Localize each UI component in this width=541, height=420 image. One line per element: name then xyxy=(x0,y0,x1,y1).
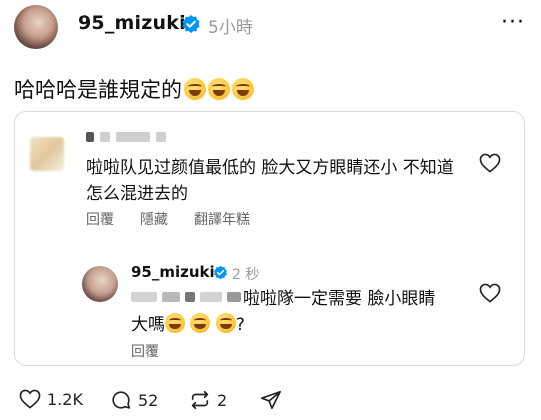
like-button[interactable]: 1.2K xyxy=(19,389,83,409)
rofl-emoji-icon xyxy=(208,78,230,100)
reply-author-avatar[interactable] xyxy=(82,266,118,302)
comment-icon xyxy=(110,389,132,411)
author-username[interactable]: 95_mizuki xyxy=(78,12,186,34)
verified-badge-icon xyxy=(213,265,228,280)
quoted-comment-text: 啦啦队见过颜值最低的 脸大又方眼睛还小 不知道怎么混进去的 xyxy=(86,158,454,204)
heart-icon[interactable] xyxy=(479,153,501,173)
share-icon xyxy=(260,389,282,411)
reply-username[interactable]: 95_mizuki xyxy=(131,263,215,281)
repost-button[interactable]: 2 xyxy=(189,389,227,411)
hide-link[interactable]: 隱藏 xyxy=(140,209,168,229)
heart-icon xyxy=(19,389,41,409)
reply-link[interactable]: 回覆 xyxy=(131,341,159,361)
reply-link[interactable]: 回覆 xyxy=(86,209,114,229)
reply-line-2-end: ? xyxy=(235,315,245,335)
reply-line-1: 啦啦隊一定需要 臉小眼睛 xyxy=(243,289,436,309)
like-count: 1.2K xyxy=(47,389,83,409)
reply-time: 2 秒 xyxy=(232,267,260,283)
rofl-emoji-icon xyxy=(184,78,206,100)
comment-count: 52 xyxy=(138,390,159,410)
grinning-squint-emoji-icon xyxy=(165,313,185,333)
blurred-avatar xyxy=(30,137,64,171)
grinning-squint-emoji-icon xyxy=(190,313,211,333)
reply-line-2: 大嗎 xyxy=(131,315,165,335)
more-options-button[interactable]: ··· xyxy=(501,10,525,35)
rofl-emoji-icon xyxy=(232,78,254,100)
reply-text: 啦啦隊一定需要 臉小眼睛 大嗎 ? xyxy=(131,286,451,338)
heart-icon[interactable] xyxy=(479,283,501,303)
share-button[interactable] xyxy=(260,389,282,411)
comment-actions: 回覆 隱藏 翻譯年糕 xyxy=(86,209,250,229)
grinning-squint-emoji-icon xyxy=(215,313,236,333)
comment-button[interactable]: 52 xyxy=(110,389,158,411)
translate-link[interactable]: 翻譯年糕 xyxy=(194,209,250,229)
author-avatar[interactable] xyxy=(14,5,58,49)
post-text: 哈哈哈是誰規定的 xyxy=(14,74,254,104)
laughing-emoji-group xyxy=(184,78,254,100)
repost-icon xyxy=(189,389,211,411)
blurred-username xyxy=(86,132,186,144)
repost-count: 2 xyxy=(217,390,228,410)
post-body: 哈哈哈是誰規定的 xyxy=(14,78,182,102)
post-time: 5小時 xyxy=(208,18,253,38)
verified-badge-icon xyxy=(181,14,201,34)
